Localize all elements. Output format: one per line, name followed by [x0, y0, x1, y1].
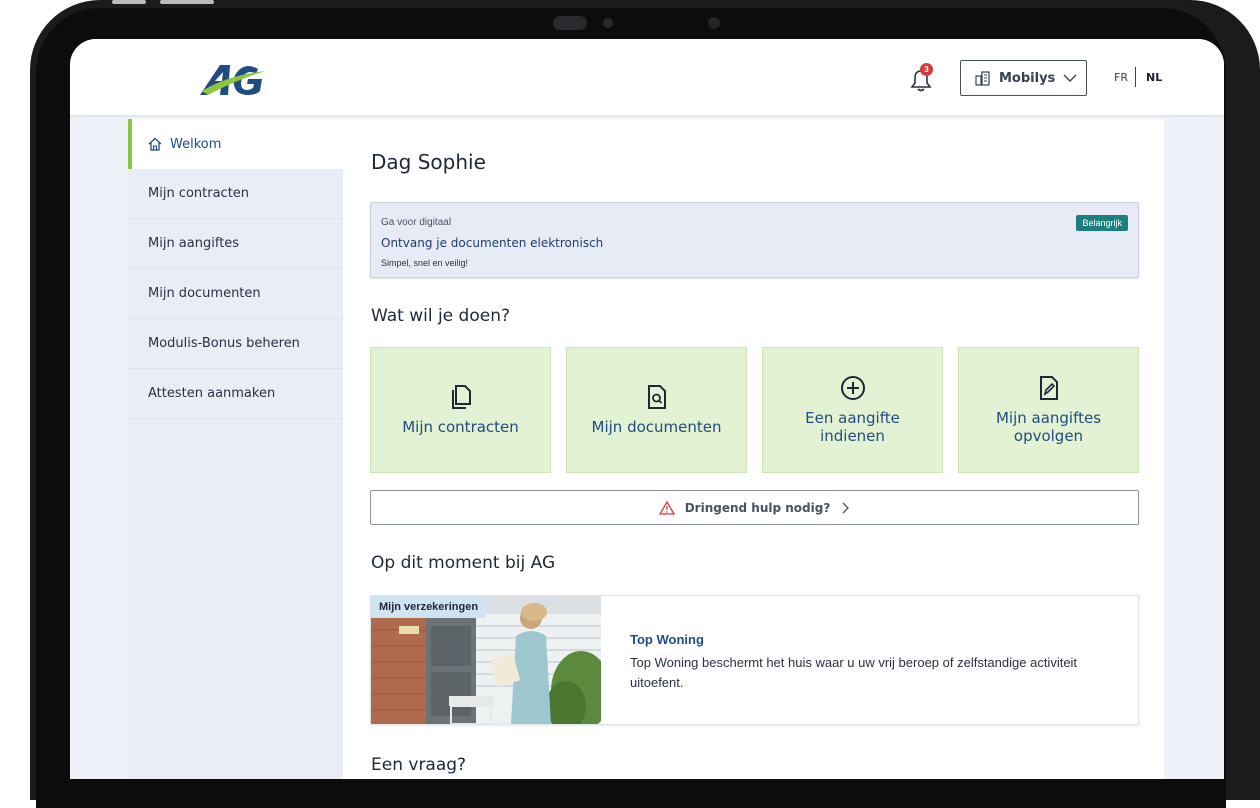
- language-divider: [1135, 67, 1136, 87]
- main-content: Dag Sophie Ga voor digitaal Ontvang je d…: [343, 119, 1164, 779]
- tablet-button: [160, 0, 214, 4]
- news-heading: Op dit moment bij AG: [371, 553, 556, 573]
- page-title: Dag Sophie: [371, 150, 486, 174]
- chevron-down-icon: [1063, 74, 1077, 82]
- sidebar-item-documenten[interactable]: Mijn documenten: [128, 269, 343, 319]
- camera-sensor: [553, 16, 587, 30]
- promo-category-tag: Mijn verzekeringen: [371, 596, 487, 618]
- tile-aangiftes-opvolgen[interactable]: Mijn aangiftes opvolgen: [958, 347, 1139, 473]
- tile-label-line1: Mijn aangiftes: [995, 409, 1102, 427]
- tile-label: Mijn contracten: [402, 418, 519, 436]
- notification-count-badge: 3: [920, 63, 933, 76]
- sidebar-item-label: Modulis-Bonus beheren: [148, 336, 300, 351]
- document-edit-icon: [1039, 376, 1058, 400]
- sidebar-item-modulis-bonus[interactable]: Modulis-Bonus beheren: [128, 319, 343, 369]
- camera-lens: [603, 18, 613, 28]
- tablet-button: [112, 0, 146, 4]
- document-search-icon: [647, 385, 666, 409]
- home-icon: [148, 137, 162, 151]
- tile-mijn-contracten[interactable]: Mijn contracten: [370, 347, 551, 473]
- language-fr-link[interactable]: FR: [1114, 71, 1128, 84]
- organization-select[interactable]: Mobilys: [960, 60, 1087, 96]
- language-nl-link[interactable]: NL: [1146, 71, 1162, 84]
- sidebar-item-label: Mijn documenten: [148, 286, 261, 301]
- tile-label-line2: indienen: [820, 427, 885, 445]
- warning-icon: [658, 500, 675, 515]
- app-screen: 3 Mobilys FR NL Welkom Mijn contracten M…: [70, 39, 1224, 779]
- tile-label: Een aangifte indienen: [805, 409, 900, 445]
- top-header: 3 Mobilys FR NL: [70, 39, 1224, 117]
- promo-title[interactable]: Top Woning: [630, 632, 704, 647]
- organization-select-label: Mobilys: [999, 70, 1056, 86]
- tile-mijn-documenten[interactable]: Mijn documenten: [566, 347, 747, 473]
- tile-label-line2: opvolgen: [1013, 427, 1084, 445]
- promo-image: Mijn verzekeringen: [371, 596, 601, 724]
- sidebar-item-attesten[interactable]: Attesten aanmaken: [128, 369, 343, 419]
- building-icon: [975, 71, 990, 86]
- tile-label-line1: Een aangifte: [805, 409, 900, 427]
- important-badge: Belangrijk: [1076, 215, 1128, 231]
- ag-logo[interactable]: [198, 61, 270, 97]
- urgent-help-label: Dringend hulp nodig?: [684, 500, 831, 515]
- sidebar-nav: Welkom Mijn contracten Mijn aangiftes Mi…: [128, 119, 343, 779]
- tile-aangifte-indienen[interactable]: Een aangifte indienen: [762, 347, 943, 473]
- plus-circle-icon: [840, 376, 865, 400]
- promo-description: Top Woning beschermt het huis waar u uw …: [630, 655, 1078, 690]
- sidebar-item-label: Mijn aangiftes: [148, 236, 240, 251]
- notice-subtitle: Simpel, snel en veilig!: [381, 258, 469, 268]
- sidebar-item-aangiftes[interactable]: Mijn aangiftes: [128, 219, 343, 269]
- promo-card-top-woning[interactable]: Mijn verzekeringen Top Woning Top Woning…: [370, 595, 1139, 725]
- sidebar-item-label: Mijn contracten: [148, 186, 250, 201]
- notice-kicker: Ga voor digitaal: [381, 217, 452, 228]
- sidebar-item-label: Attesten aanmaken: [148, 386, 276, 401]
- notice-title[interactable]: Ontvang je documenten elektronisch: [381, 236, 603, 250]
- question-heading: Een vraag?: [371, 755, 467, 775]
- tile-label: Mijn documenten: [591, 418, 722, 436]
- sidebar-item-welkom[interactable]: Welkom: [128, 119, 343, 169]
- chevron-right-icon: [842, 502, 850, 513]
- sidebar-item-label: Welkom: [170, 136, 222, 152]
- actions-heading: Wat wil je doen?: [371, 306, 510, 326]
- copy-document-icon: [451, 385, 471, 409]
- camera-lens: [708, 17, 720, 29]
- digital-notice-banner[interactable]: Ga voor digitaal Ontvang je documenten e…: [370, 202, 1139, 278]
- sidebar-item-contracten[interactable]: Mijn contracten: [128, 169, 343, 219]
- urgent-help-button[interactable]: Dringend hulp nodig?: [370, 490, 1139, 525]
- tile-label: Mijn aangiftes opvolgen: [996, 409, 1101, 445]
